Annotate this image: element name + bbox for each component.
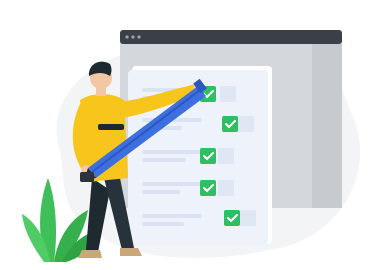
window-dot-icon	[125, 35, 129, 39]
checklist-illustration	[22, 30, 361, 262]
checkbox-checked-icon	[200, 148, 216, 164]
window-title-bar	[120, 30, 342, 44]
window-dot-icon	[131, 35, 135, 39]
checkbox-checked-icon	[224, 210, 240, 226]
checkbox-checked-icon	[200, 180, 216, 196]
shoe	[78, 250, 102, 258]
checkbox-checked-icon	[222, 116, 238, 132]
window-dot-icon	[137, 35, 141, 39]
shirt-stripe	[98, 124, 124, 130]
camera-icon	[80, 172, 94, 182]
illustration	[0, 0, 384, 270]
